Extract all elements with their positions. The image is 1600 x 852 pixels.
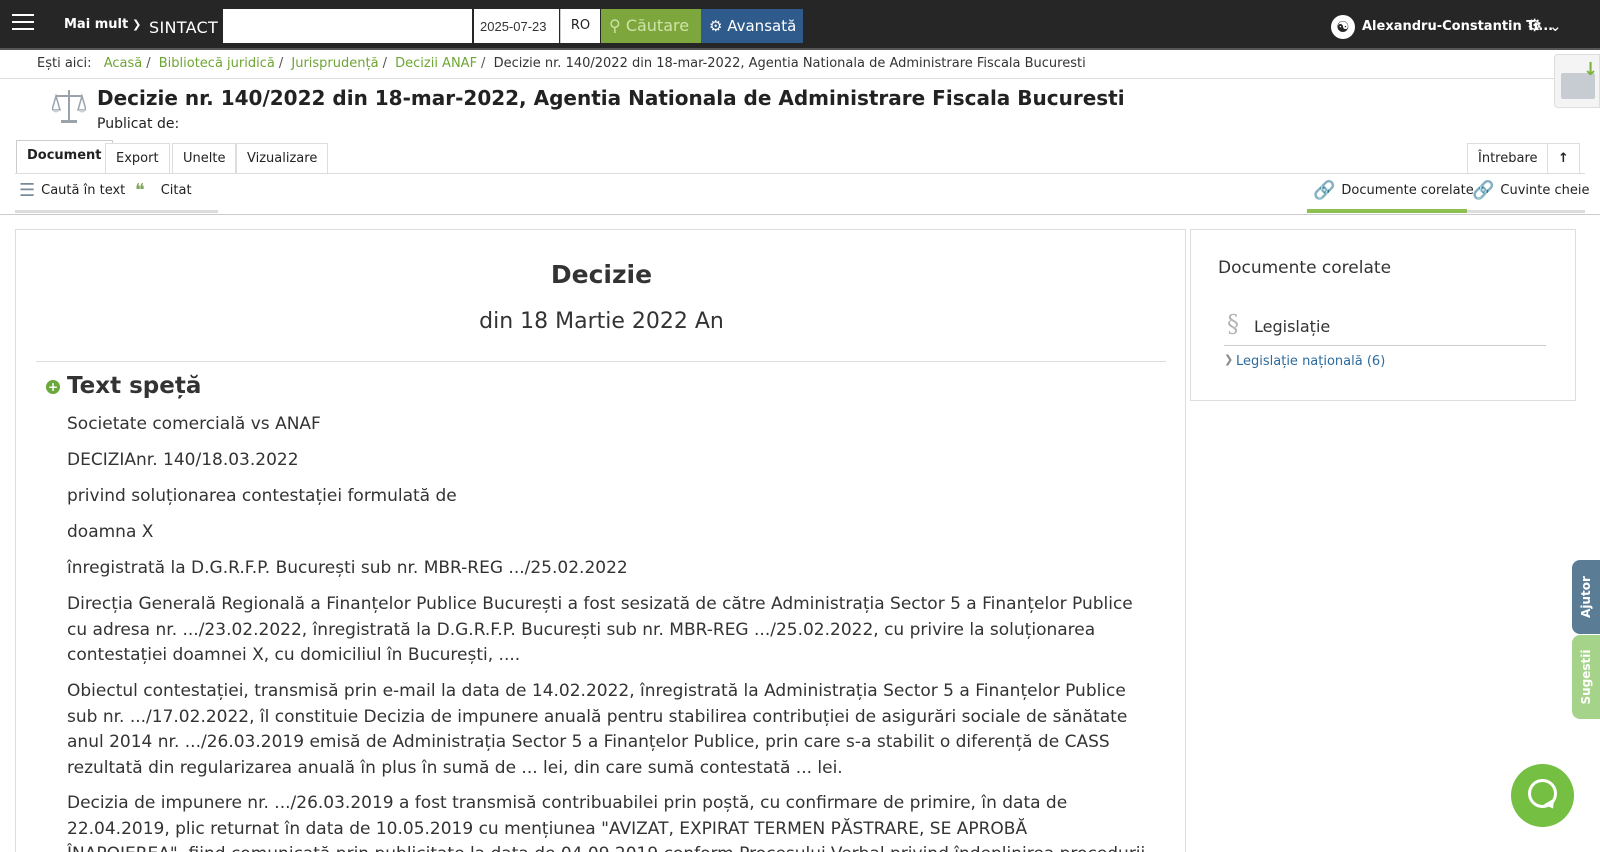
related-documents-active-indicator	[1307, 209, 1467, 213]
settings-gear-icon[interactable]: ⚙	[1527, 16, 1542, 36]
download-arrow-icon: ↓	[1583, 59, 1599, 80]
accessibility-icon[interactable]: ☯	[1331, 15, 1355, 39]
advanced-search-button[interactable]: ⚙ Avansată	[701, 9, 803, 43]
related-documents-button[interactable]: 🔗 Documente corelate	[1313, 180, 1474, 201]
search-icon: ⚲	[609, 16, 621, 35]
scale-of-justice-icon	[52, 90, 86, 123]
breadcrumb-library-link[interactable]: Bibliotecă juridică	[159, 56, 275, 71]
published-by-label: Publicat de:	[97, 116, 180, 132]
tab-view[interactable]: Vizualizare	[236, 143, 329, 173]
quote-icon: ❝	[135, 180, 145, 201]
advanced-button-label: Avansată	[727, 17, 797, 35]
help-tab-label: Ajutor	[1579, 576, 1593, 618]
hamburger-menu-icon[interactable]	[12, 14, 34, 32]
decision-date: din 18 Martie 2022 An	[479, 309, 724, 334]
paragraph: doamna X	[67, 522, 154, 542]
search-input[interactable]	[223, 9, 472, 43]
breadcrumb-jurisprudence-link[interactable]: Jurisprudență	[291, 56, 378, 71]
keywords-underline	[1467, 210, 1585, 213]
paragraph: Decizia de impunere nr. .../26.03.2019 a…	[67, 793, 1145, 852]
tab-export[interactable]: Export	[105, 143, 170, 173]
toolbar-divider	[0, 214, 1600, 215]
breadcrumb-prefix: Ești aici:	[37, 56, 92, 71]
chevron-right-icon[interactable]: ❯	[1224, 353, 1233, 366]
paragraph: privind soluționarea contestației formul…	[67, 486, 457, 506]
question-button[interactable]: Întrebare	[1467, 143, 1549, 173]
scroll-top-button[interactable]: ↑	[1547, 143, 1580, 173]
breadcrumb-anaf-decisions-link[interactable]: Decizii ANAF	[395, 56, 477, 71]
tabs-divider	[15, 173, 1585, 174]
find-in-text-button[interactable]: ☰ Caută în text	[19, 180, 125, 201]
top-bar: Mai mult❯ SINTACT RO ⚲ Căutare ⚙ Avansat…	[0, 0, 1600, 50]
legislation-category: Legislație	[1254, 317, 1331, 336]
gears-icon: ⚙	[709, 17, 723, 35]
paragraph: Obiectul contestației, transmisă prin e-…	[67, 681, 1128, 778]
side-divider	[1224, 345, 1546, 346]
more-menu-label: Mai mult	[64, 17, 129, 32]
keywords-label: Cuvinte cheie	[1500, 183, 1590, 198]
suggestions-tab[interactable]: Sugestii	[1572, 635, 1600, 719]
search-button-label: Căutare	[625, 16, 690, 35]
more-menu-button[interactable]: Mai mult ❯	[64, 17, 141, 32]
quote-button[interactable]: ❝ Citat	[135, 180, 192, 201]
tab-tools[interactable]: Unelte	[172, 143, 237, 173]
decision-heading: Decizie	[550, 260, 653, 289]
related-documents-label: Documente corelate	[1341, 183, 1474, 198]
breadcrumb-current: Decizie nr. 140/2022 din 18-mar-2022, Ag…	[493, 56, 1086, 71]
tab-document[interactable]: Document	[16, 140, 113, 174]
document-title: Decizie nr. 140/2022 din 18-mar-2022, Ag…	[97, 86, 1125, 110]
section-title: Text speță	[67, 373, 202, 399]
app-brand: SINTACT	[149, 18, 219, 37]
tool-group-underline	[15, 210, 218, 213]
chevron-down-icon: ❯	[132, 18, 142, 31]
breadcrumb-divider	[0, 78, 1556, 79]
user-menu-chevron-icon[interactable]: ⌄	[1549, 17, 1562, 35]
expand-section-icon[interactable]: +	[46, 380, 60, 394]
paragraph: Direcția Generală Regională a Finanțelor…	[67, 594, 1133, 665]
national-legislation-link[interactable]: Legislație națională (6)	[1236, 354, 1385, 369]
heading-divider	[36, 361, 1166, 362]
save-to-folder-button[interactable]: ↓	[1554, 54, 1600, 108]
user-name[interactable]: Alexandru-Constantin Tr...	[1362, 19, 1553, 34]
link-icon: 🔗	[1313, 180, 1336, 201]
language-selector[interactable]: RO	[560, 9, 600, 43]
suggestions-tab-label: Sugestii	[1579, 649, 1593, 705]
paragraph: Societate comercială vs ANAF	[67, 414, 321, 434]
document-content-panel: Decizie din 18 Martie 2022 An + Text spe…	[15, 229, 1186, 852]
side-panel-title: Documente corelate	[1218, 258, 1392, 278]
help-tab[interactable]: Ajutor	[1572, 560, 1600, 634]
link-icon: 🔗	[1472, 180, 1495, 201]
find-in-text-label: Caută în text	[41, 183, 126, 198]
find-text-icon: ☰	[19, 180, 36, 201]
date-input[interactable]	[474, 9, 559, 43]
breadcrumb: Ești aici: Acasă / Bibliotecă juridică / J…	[37, 56, 1086, 71]
breadcrumb-home-link[interactable]: Acasă	[104, 56, 143, 71]
related-documents-panel: Documente corelate § Legislație ❯ Legisl…	[1190, 229, 1576, 401]
paragraph: DECIZIAnr. 140/18.03.2022	[67, 450, 299, 470]
paragraph: înregistrată la D.G.R.F.P. București sub…	[67, 558, 628, 578]
search-button[interactable]: ⚲ Căutare	[601, 9, 701, 43]
section-sign-icon: §	[1227, 310, 1239, 338]
quote-label: Citat	[160, 183, 192, 198]
chat-button[interactable]	[1511, 764, 1574, 827]
keywords-button[interactable]: 🔗 Cuvinte cheie	[1472, 180, 1590, 201]
